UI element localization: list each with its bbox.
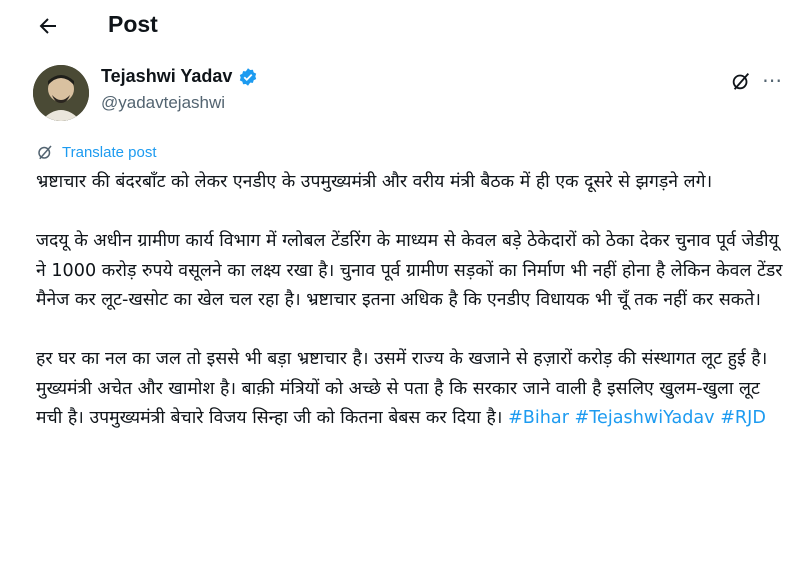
hashtag-tejashwiyadav[interactable]: #TejashwiYadav [575,408,715,428]
post-text: भ्रष्टाचार की बंदरबाँट को लेकर एनडीए के … [36,168,791,463]
more-icon[interactable]: ⋯ [762,68,783,92]
page-title: Post [108,11,158,37]
author-name-row: Tejashwi Yadav [101,66,258,87]
avatar[interactable] [33,65,89,121]
hashtag-bihar[interactable]: #Bihar [508,408,569,428]
back-arrow-icon[interactable] [36,14,60,38]
hashtag-rjd[interactable]: #RJD [720,408,766,428]
grok-icon[interactable] [730,70,752,92]
author-handle[interactable]: @yadavtejashwi [101,93,225,113]
verified-badge-icon [240,67,257,86]
post-header: Post [0,0,807,52]
post-paragraph-1: भ्रष्टाचार की बंदरबाँट को लेकर एनडीए के … [36,172,713,192]
translate-icon [38,145,52,160]
post-paragraph-3: हर घर का नल का जल तो इससे भी बड़ा भ्रष्ट… [36,345,791,434]
translate-post-label: Translate post [62,143,157,161]
author-name[interactable]: Tejashwi Yadav [101,66,232,87]
translate-post-link[interactable]: Translate post [36,143,157,161]
post-paragraph-2: जदयू के अधीन ग्रामीण कार्य विभाग में ग्ल… [36,231,783,310]
